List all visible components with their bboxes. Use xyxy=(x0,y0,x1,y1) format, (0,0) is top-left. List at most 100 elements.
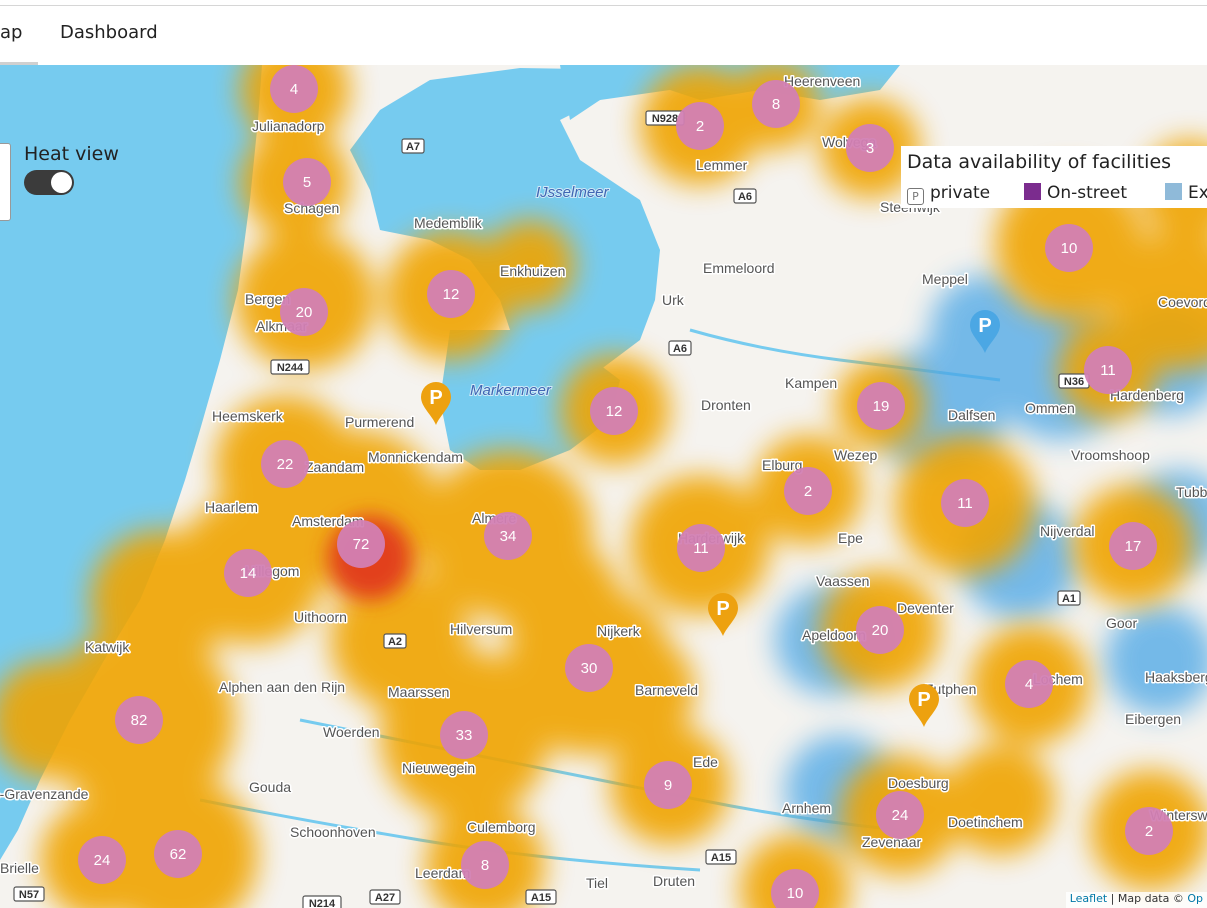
tab-map[interactable]: ap xyxy=(0,22,22,43)
place-label: Arnhem xyxy=(782,800,831,816)
place-label: Tiel xyxy=(586,875,608,891)
cluster-marker[interactable]: 30 xyxy=(565,644,613,692)
place-label: Emmeloord xyxy=(703,260,775,276)
cluster-marker[interactable]: 12 xyxy=(427,270,475,318)
cluster-marker[interactable]: 11 xyxy=(677,524,725,572)
cluster-count: 14 xyxy=(240,565,257,582)
cluster-marker[interactable]: 2 xyxy=(784,467,832,515)
svg-text:A15: A15 xyxy=(711,852,731,864)
cluster-count: 3 xyxy=(866,140,874,157)
cluster-marker[interactable]: 24 xyxy=(876,791,924,839)
cluster-count: 11 xyxy=(693,540,709,557)
place-label: Goor xyxy=(1106,615,1137,631)
place-label: Ede xyxy=(693,754,718,770)
legend-label-ex: Ex xyxy=(1188,183,1207,203)
tab-dashboard[interactable]: Dashboard xyxy=(60,22,158,43)
cluster-marker[interactable]: 5 xyxy=(283,158,331,206)
legend-item-ex: Ex xyxy=(1165,183,1207,203)
svg-text:A2: A2 xyxy=(388,636,402,648)
place-label: Deventer xyxy=(897,600,954,616)
cluster-marker[interactable]: 2 xyxy=(676,102,724,150)
cluster-marker[interactable]: 20 xyxy=(856,606,904,654)
leaflet-link[interactable]: Leaflet xyxy=(1070,892,1107,905)
legend: Data availability of facilities Pprivate… xyxy=(901,146,1207,208)
place-label: Ommen xyxy=(1025,400,1075,416)
road-shield: N36 xyxy=(1058,373,1090,389)
cluster-marker[interactable]: 82 xyxy=(115,696,163,744)
place-label: Doetinchem xyxy=(948,814,1023,830)
cluster-marker[interactable]: 2 xyxy=(1125,807,1173,855)
cluster-count: 24 xyxy=(892,807,909,824)
svg-text:N57: N57 xyxy=(19,889,39,901)
place-label: Dronten xyxy=(701,397,751,413)
place-label: Purmerend xyxy=(345,414,414,430)
legend-title: Data availability of facilities xyxy=(907,151,1172,173)
cluster-count: 9 xyxy=(664,777,672,794)
svg-text:N928: N928 xyxy=(652,113,678,125)
cluster-count: 22 xyxy=(277,456,294,473)
cluster-marker[interactable]: 12 xyxy=(590,387,638,435)
cluster-marker[interactable]: 10 xyxy=(1045,224,1093,272)
place-label: Epe xyxy=(838,530,863,546)
place-label: Lemmer xyxy=(696,157,748,173)
road-shield: A6 xyxy=(733,188,757,204)
cluster-marker[interactable]: 11 xyxy=(1084,346,1132,394)
cluster-marker[interactable]: 4 xyxy=(270,65,318,113)
toggle-knob[interactable] xyxy=(51,172,72,193)
parking-pin-letter: P xyxy=(917,689,930,711)
cluster-marker[interactable]: 4 xyxy=(1005,660,1053,708)
place-label: Wezep xyxy=(834,447,878,463)
heat-view-toggle[interactable] xyxy=(24,170,74,195)
cluster-count: 34 xyxy=(500,528,517,545)
svg-text:N214: N214 xyxy=(309,898,336,908)
road-shield: N244 xyxy=(270,359,310,375)
place-label: Nijkerk xyxy=(597,623,641,639)
road-shield: N57 xyxy=(13,886,45,902)
cluster-count: 20 xyxy=(872,622,889,639)
place-label: Medemblik xyxy=(414,215,483,231)
cluster-count: 5 xyxy=(303,174,311,191)
cluster-marker[interactable]: 72 xyxy=(337,520,385,568)
cluster-marker[interactable]: 8 xyxy=(461,841,509,889)
cluster-count: 10 xyxy=(787,885,804,902)
place-label: Monnickendam xyxy=(368,449,463,465)
cluster-count: 17 xyxy=(1125,538,1142,555)
cluster-marker[interactable]: 19 xyxy=(857,382,905,430)
cluster-marker[interactable]: 14 xyxy=(224,549,272,597)
cluster-marker[interactable]: 9 xyxy=(644,761,692,809)
cluster-count: 12 xyxy=(443,286,460,303)
cluster-count: 12 xyxy=(606,403,623,420)
place-label: Druten xyxy=(653,873,695,889)
cluster-marker[interactable]: 34 xyxy=(484,512,532,560)
cluster-marker[interactable]: 33 xyxy=(440,711,488,759)
svg-text:A6: A6 xyxy=(673,343,687,355)
cluster-marker[interactable]: 62 xyxy=(154,830,202,878)
place-label: Hilversum xyxy=(450,621,512,637)
road-shield: A27 xyxy=(369,889,401,905)
parking-pin-letter: P xyxy=(716,598,729,620)
cluster-count: 10 xyxy=(1061,240,1078,257)
road-shield: N214 xyxy=(302,895,342,908)
map-attribution: Leaflet | Map data © Op xyxy=(1065,892,1207,908)
cluster-marker[interactable]: 17 xyxy=(1109,522,1157,570)
cluster-marker[interactable]: 11 xyxy=(941,479,989,527)
map-canvas[interactable]: Julianadorp Schagen Medemblik Enkhuizen Emme… xyxy=(0,65,1207,908)
osm-link[interactable]: Op xyxy=(1187,892,1203,905)
place-label: Nijverdal xyxy=(1040,523,1094,539)
cluster-marker[interactable]: 22 xyxy=(261,440,309,488)
cluster-marker[interactable]: 20 xyxy=(280,288,328,336)
cluster-marker[interactable]: 24 xyxy=(78,836,126,884)
water-label: Markermeer xyxy=(470,382,552,399)
cluster-count: 8 xyxy=(481,857,489,874)
place-label: Julianadorp xyxy=(252,118,325,134)
road-shield: A2 xyxy=(383,633,407,649)
place-label: Schoonhoven xyxy=(290,824,376,840)
cluster-count: 4 xyxy=(290,81,298,98)
cluster-marker[interactable]: 8 xyxy=(752,80,800,128)
side-panel-edge[interactable] xyxy=(0,143,11,221)
svg-text:N36: N36 xyxy=(1064,376,1084,388)
legend-label-on-street: On-street xyxy=(1047,183,1128,203)
place-label: Coevorden xyxy=(1158,294,1207,310)
svg-text:N244: N244 xyxy=(277,362,304,374)
cluster-marker[interactable]: 3 xyxy=(846,124,894,172)
